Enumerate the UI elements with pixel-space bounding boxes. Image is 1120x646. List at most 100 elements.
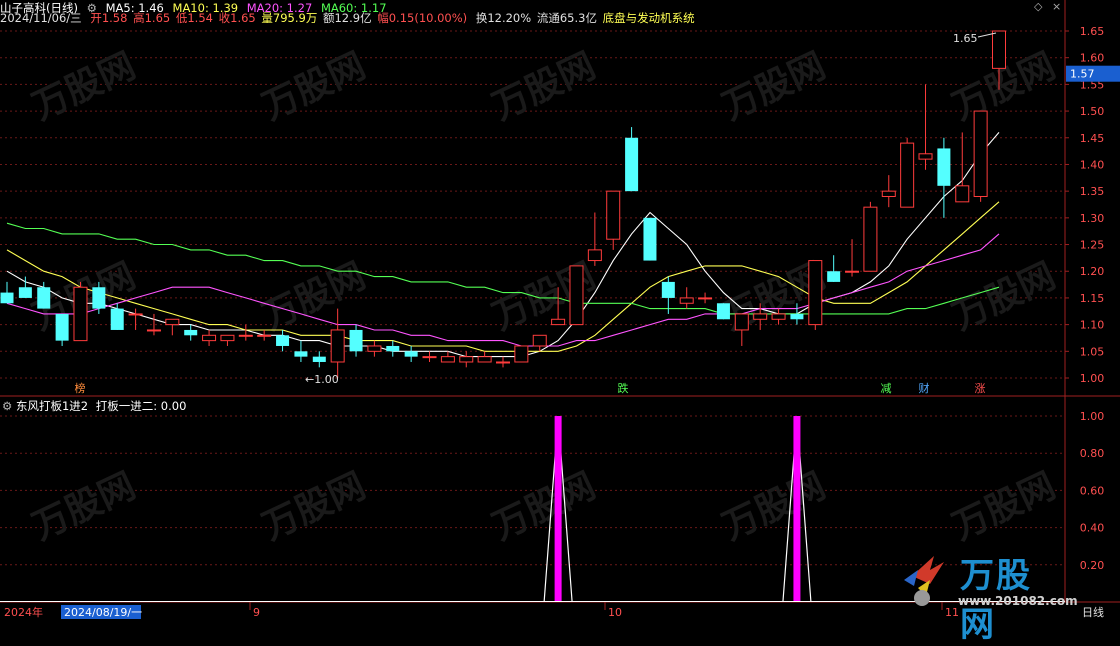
candle-body bbox=[918, 153, 933, 160]
candle bbox=[973, 110, 988, 202]
candle-body bbox=[698, 297, 713, 300]
candle-body bbox=[146, 329, 161, 332]
current-price-label: 1.57 bbox=[1070, 68, 1095, 81]
brand-logo: 万股网 www.201082.com bbox=[900, 540, 1078, 645]
price-tick-label: 1.25 bbox=[1080, 239, 1105, 252]
indicator-title[interactable]: 东风打板1进2 bbox=[16, 399, 88, 413]
diamond-icon[interactable]: ◇ bbox=[1034, 0, 1042, 13]
indicator-tick-label: 0.20 bbox=[1080, 559, 1105, 572]
candle-body bbox=[532, 334, 547, 347]
indicator-tick-label: 0.60 bbox=[1080, 484, 1105, 497]
candle-body bbox=[790, 313, 804, 320]
candle-body bbox=[165, 318, 180, 326]
candle-body bbox=[330, 329, 345, 363]
candle-body bbox=[973, 110, 988, 197]
candle-body bbox=[643, 217, 657, 261]
stock-chart[interactable]: 万股网 万股网 万股网 万股网 万股网万股网 万股网 万股网 万股网万股网 万股网 万股网 万股网万… bbox=[0, 0, 1120, 621]
candle-body bbox=[569, 265, 584, 326]
candle-body bbox=[202, 334, 217, 342]
quote-date: 2024/11/06/三 bbox=[0, 11, 82, 25]
candle bbox=[643, 217, 657, 261]
float-cap-value: 流通65.3亿 bbox=[536, 11, 597, 25]
candle-body bbox=[734, 313, 749, 331]
candle-body bbox=[955, 185, 970, 203]
price-tick-label: 1.50 bbox=[1080, 105, 1105, 118]
low-price-label: ←1.00 bbox=[305, 373, 339, 386]
candle-body bbox=[128, 313, 143, 316]
price-tick-label: 1.00 bbox=[1080, 372, 1105, 385]
low-price: 低1.54 bbox=[175, 11, 213, 25]
candle-body bbox=[257, 334, 272, 337]
candle bbox=[73, 281, 88, 342]
candle-body bbox=[294, 351, 308, 357]
candle bbox=[808, 260, 823, 330]
close-icon[interactable]: × bbox=[1052, 0, 1061, 13]
candle-body bbox=[827, 271, 841, 282]
candle-body bbox=[367, 345, 382, 352]
candle-body bbox=[276, 335, 290, 346]
high-price: 高1.65 bbox=[133, 11, 171, 25]
amount-value: 额12.9亿 bbox=[322, 11, 372, 25]
candle-body bbox=[937, 148, 951, 186]
window-controls: ◇ × bbox=[1034, 0, 1061, 13]
candle-body bbox=[881, 190, 896, 197]
candle-body bbox=[92, 287, 106, 309]
candle bbox=[863, 201, 878, 272]
candle-body bbox=[386, 345, 400, 352]
candle-body bbox=[771, 313, 786, 320]
price-tick-label: 1.60 bbox=[1080, 52, 1105, 65]
close-price: 收1.65 bbox=[218, 11, 256, 25]
indicator-value: 打板一进二: 0.00 bbox=[95, 399, 187, 413]
indicator-tick-label: 1.00 bbox=[1080, 410, 1105, 423]
candle-body bbox=[55, 313, 69, 341]
candle-body bbox=[18, 287, 32, 298]
settings-icon[interactable]: ⚙ bbox=[2, 399, 12, 413]
volume-value: 量795.9万 bbox=[261, 11, 318, 25]
indicator-tick-label: 0.40 bbox=[1080, 522, 1105, 535]
candle-body bbox=[404, 351, 418, 357]
candle-body bbox=[845, 270, 860, 273]
candle-body bbox=[716, 303, 730, 320]
candle-body bbox=[625, 137, 639, 192]
candle-body bbox=[73, 286, 88, 342]
price-tick-label: 1.30 bbox=[1080, 212, 1105, 225]
event-marker: 财 bbox=[919, 381, 930, 395]
candle-body bbox=[440, 356, 455, 363]
candle-body bbox=[422, 356, 437, 359]
candle-body bbox=[220, 334, 235, 342]
candle bbox=[514, 345, 529, 363]
event-marker: 榜 bbox=[75, 381, 86, 395]
high-price-label: 1.65 bbox=[953, 32, 978, 45]
candle-body bbox=[679, 297, 694, 304]
open-price: 开1.58 bbox=[90, 11, 128, 25]
candle-body bbox=[753, 313, 768, 320]
turnover-value: 换12.20% bbox=[475, 11, 532, 25]
candle-body bbox=[900, 142, 915, 208]
cursor-date-label: 2024/08/19/一 bbox=[64, 606, 142, 619]
candle-body bbox=[992, 30, 1006, 69]
candle-body bbox=[0, 292, 14, 304]
brand-url: www.201082.com bbox=[958, 594, 1078, 608]
candle bbox=[716, 303, 730, 320]
candle-body bbox=[808, 260, 823, 326]
candle-body bbox=[661, 281, 675, 298]
sector-system[interactable]: 底盘与发动机系统 bbox=[603, 11, 695, 25]
candle-body bbox=[37, 287, 51, 309]
change-value: 幅0.15(10.00%) bbox=[377, 11, 468, 25]
period-label: 日线 bbox=[1082, 605, 1104, 619]
price-tick-label: 1.40 bbox=[1080, 158, 1105, 171]
signal-bar bbox=[793, 416, 801, 602]
price-tick-label: 1.10 bbox=[1080, 319, 1105, 332]
candle-body bbox=[496, 361, 510, 364]
candle-body bbox=[606, 190, 621, 240]
candle-body bbox=[551, 318, 566, 326]
month-label: 9 bbox=[253, 606, 260, 619]
candle-body bbox=[477, 356, 492, 363]
price-tick-label: 1.05 bbox=[1080, 345, 1105, 358]
candle-body bbox=[459, 356, 474, 363]
candle-body bbox=[184, 329, 198, 336]
candle bbox=[569, 265, 584, 326]
signal-bar bbox=[554, 416, 562, 602]
candle bbox=[900, 137, 915, 208]
month-label: 10 bbox=[608, 606, 622, 619]
